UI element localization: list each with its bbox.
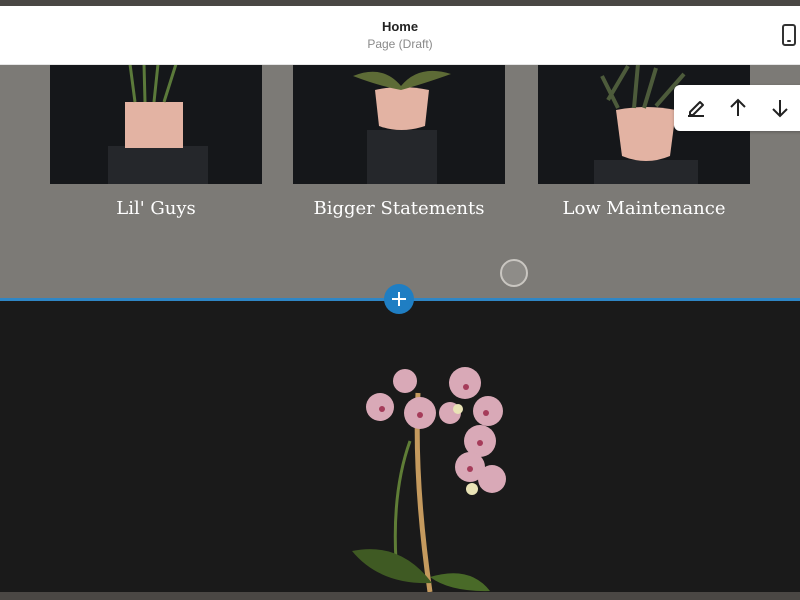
plant-image <box>353 70 451 184</box>
plant-image <box>108 64 208 184</box>
category-label[interactable]: Low Maintenance <box>538 198 750 219</box>
move-down-icon[interactable] <box>768 96 792 120</box>
block-toolbar <box>674 85 800 131</box>
mobile-preview-icon[interactable] <box>782 24 796 46</box>
page-status: Page (Draft) <box>367 37 433 51</box>
category-label[interactable]: Lil' Guys <box>50 198 262 219</box>
bottom-strip <box>0 592 800 600</box>
section-drag-handle[interactable] <box>500 259 528 287</box>
category-label[interactable]: Bigger Statements <box>293 198 505 219</box>
edit-icon[interactable] <box>684 96 708 120</box>
category-card-lil-guys[interactable] <box>50 64 262 184</box>
hero-section[interactable] <box>0 301 800 592</box>
page-title: Home <box>381 19 419 34</box>
move-up-icon[interactable] <box>726 96 750 120</box>
category-card-bigger-statements[interactable] <box>293 64 505 184</box>
orchid-image <box>352 367 506 592</box>
add-section-button[interactable] <box>384 284 414 314</box>
editor-header: Home Page (Draft) <box>0 6 800 65</box>
